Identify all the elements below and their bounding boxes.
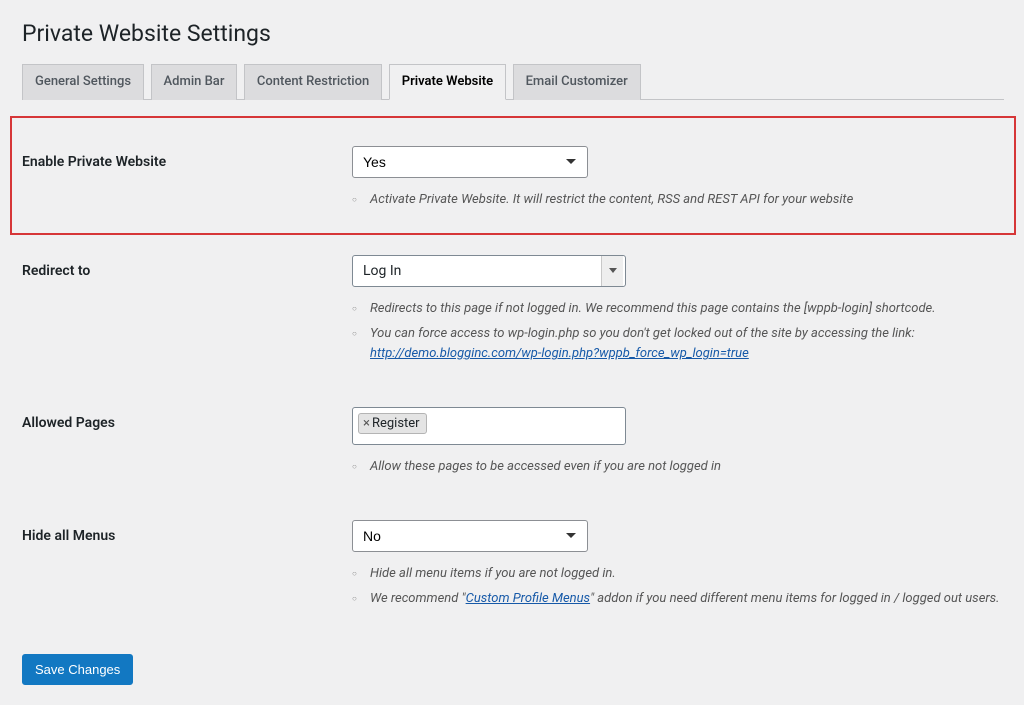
select-redirect-to-value: Log In [363,263,401,279]
desc-allowed-pages: Allow these pages to be accessed even if… [352,457,1004,478]
settings-form: Enable Private Website Yes Activate Priv… [22,116,1004,638]
label-redirect-to: Redirect to [22,255,352,279]
tab-content-restriction[interactable]: Content Restriction [244,64,382,100]
row-hide-all-menus: Hide all Menus No Hide all menu items if… [22,506,1004,638]
tab-general-settings[interactable]: General Settings [22,64,144,100]
label-allowed-pages: Allowed Pages [22,407,352,431]
select-enable-private-website[interactable]: Yes [352,146,588,178]
row-allowed-pages: Allowed Pages ×Register Allow these page… [22,393,1004,506]
chevron-down-icon [601,256,623,286]
desc-hide-menus-1: Hide all menu items if you are not logge… [352,564,1004,585]
desc-enable-private-website: Activate Private Website. It will restri… [352,190,1004,211]
tab-admin-bar[interactable]: Admin Bar [151,64,238,100]
row-redirect-to: Redirect to Log In Redirects to this pag… [22,241,1004,393]
link-force-login[interactable]: http://demo.blogginc.com/wp-login.php?wp… [370,346,749,361]
select-redirect-to[interactable]: Log In [352,255,626,287]
label-hide-all-menus: Hide all Menus [22,520,352,544]
tag-register: ×Register [358,413,427,434]
desc-redirect-1: Redirects to this page if not logged in.… [352,299,1004,320]
select-hide-all-menus[interactable]: No [352,520,588,552]
link-custom-profile-menus[interactable]: Custom Profile Menus [466,591,590,606]
desc-redirect-2: You can force access to wp-login.php so … [352,324,1004,366]
tab-email-customizer[interactable]: Email Customizer [513,64,641,100]
remove-tag-icon[interactable]: × [363,416,370,431]
desc-hide-menus-2: We recommend "Custom Profile Menus" addo… [352,589,1004,610]
row-enable-private-website: Enable Private Website Yes Activate Priv… [10,116,1016,235]
label-enable-private-website: Enable Private Website [22,146,352,170]
save-button[interactable]: Save Changes [22,654,133,685]
input-allowed-pages[interactable]: ×Register [352,407,626,445]
page-title: Private Website Settings [22,20,1004,47]
tab-private-website[interactable]: Private Website [389,64,506,100]
tabs: General Settings Admin Bar Content Restr… [22,63,1004,100]
